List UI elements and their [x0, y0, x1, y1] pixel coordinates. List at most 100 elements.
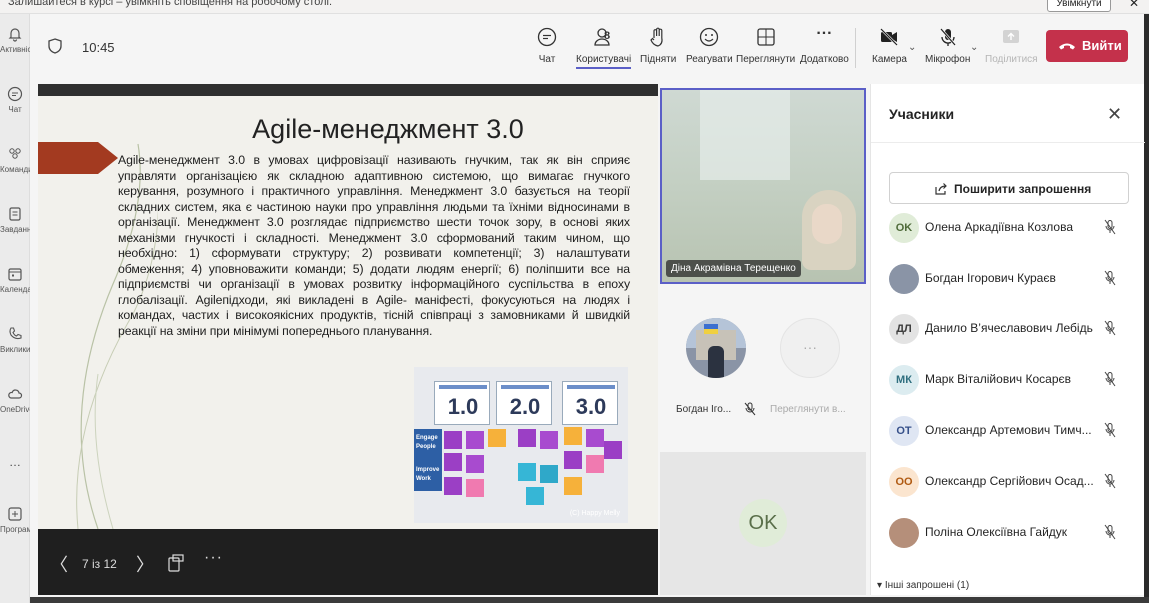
- cloud-icon: [8, 389, 23, 399]
- photo-card: 1.0: [434, 381, 490, 425]
- rail-item-more[interactable]: …: [0, 452, 30, 469]
- slide-controls: 〈 7 із 12 〉 ···: [38, 529, 658, 595]
- rail-item-chat[interactable]: Чат: [0, 86, 30, 114]
- rail-label: OneDrive: [0, 405, 30, 414]
- other-invitees-toggle[interactable]: ▾ Інші запрошені (1): [877, 580, 969, 591]
- participant-row[interactable]: ОО Олександр Сергійович Осад...: [889, 466, 1133, 500]
- slide-counter: 7 із 12: [82, 557, 117, 571]
- people-button[interactable]: 8 Користувачі: [576, 26, 632, 69]
- enable-notifications-button[interactable]: Увімкнути: [1047, 0, 1111, 12]
- rail-item-teams[interactable]: Команди: [0, 146, 30, 174]
- avatar: OK: [889, 213, 919, 243]
- rail-item-calendar[interactable]: Календар: [0, 266, 30, 294]
- avatar: OK: [739, 499, 787, 547]
- mic-off-icon: [744, 402, 756, 416]
- participant-mic-status: [1103, 473, 1117, 492]
- chevron-right-icon[interactable]: 〉: [136, 551, 154, 577]
- assignments-icon: [9, 207, 21, 221]
- photo-card: 3.0: [562, 381, 618, 425]
- participant-mic-status: [1103, 270, 1117, 289]
- more-icon: ···: [816, 25, 833, 42]
- participant-row[interactable]: ДЛ Данило В’ячеславович Лебідь: [889, 313, 1133, 347]
- react-button[interactable]: Реагувати: [686, 26, 733, 65]
- rail-item-assignments[interactable]: Завдання: [0, 206, 30, 234]
- rail-item-activity[interactable]: Активність: [0, 26, 30, 54]
- rail-item-apps[interactable]: Програми: [0, 506, 30, 534]
- hang-up-icon: [1059, 43, 1075, 50]
- participant-name: Олександр Артемович Тимч...: [925, 423, 1092, 437]
- close-icon[interactable]: ✕: [1129, 0, 1139, 10]
- photo-card-label: 3.0: [575, 394, 607, 419]
- avatar: [889, 518, 919, 548]
- chevron-down-icon[interactable]: ⌄: [908, 42, 916, 53]
- mic-off-icon: [1104, 270, 1116, 286]
- sticky-note: [564, 477, 582, 495]
- chevron-down-icon[interactable]: ⌄: [970, 42, 978, 53]
- hand-icon: [650, 27, 663, 47]
- panel-title: Учасники: [889, 106, 955, 122]
- sticky-note: [564, 427, 582, 445]
- participant-row[interactable]: МК Марк Віталійович Косарєв: [889, 364, 1133, 398]
- notification-banner: Залишайтеся в курсі – увімкніть сповіщен…: [0, 0, 1149, 14]
- avatar: [889, 264, 919, 294]
- popout-icon[interactable]: [168, 554, 184, 572]
- mic-off-icon: [939, 28, 956, 46]
- raise-label: Підняти: [640, 54, 677, 65]
- photo-label: Work: [416, 476, 431, 482]
- rail-item-onedrive[interactable]: OneDrive: [0, 386, 30, 414]
- participants-panel: Учасники ✕ Поширити запрошення OK Олена А…: [870, 84, 1145, 595]
- avatar: ДЛ: [889, 314, 919, 344]
- smiley-icon: [700, 27, 719, 47]
- sticky-note: [526, 487, 544, 505]
- leave-button[interactable]: Вийти: [1046, 30, 1128, 62]
- mic-off-icon: [1104, 219, 1116, 235]
- share-icon: [935, 183, 947, 195]
- participant-name: Олександр Сергійович Осад...: [925, 474, 1094, 488]
- avatar: МК: [889, 365, 919, 395]
- leave-label: Вийти: [1082, 38, 1122, 53]
- close-icon[interactable]: ✕: [1107, 104, 1122, 125]
- participant-name: Поліна Олексіївна Гайдук: [925, 525, 1068, 539]
- agile-photo: 1.0 2.0 3.0 Engage People Improve Work (…: [414, 367, 628, 523]
- slide-body-text: Agile-менеджмент 3.0 в умовах цифровізац…: [118, 153, 630, 338]
- sticky-note: [444, 431, 462, 449]
- photo-label: People: [416, 444, 436, 450]
- participant-row[interactable]: Поліна Олексіївна Гайдук: [889, 517, 1133, 551]
- raise-hand-button[interactable]: Підняти: [640, 26, 676, 65]
- participant-mic-status: [1103, 371, 1117, 390]
- avatar: ОТ: [889, 416, 919, 446]
- photo-card-label: 1.0: [447, 394, 479, 419]
- slide-title: Agile-менеджмент 3.0: [252, 114, 524, 144]
- shared-slide: Agile-менеджмент 3.0 Agile-менеджмент 3.…: [38, 84, 658, 529]
- chat-icon: [537, 27, 557, 47]
- participant-tile-ok[interactable]: OK: [660, 452, 866, 595]
- sticky-note: [540, 465, 558, 483]
- participant-row[interactable]: Богдан Ігорович Кураєв: [889, 263, 1133, 297]
- invite-label: Поширити запрошення: [954, 182, 1092, 196]
- share-invite-button[interactable]: Поширити запрошення: [889, 172, 1129, 204]
- other-invitees-label: Інші запрошені (1): [884, 580, 970, 591]
- camera-button[interactable]: Камера: [872, 26, 907, 65]
- chat-button[interactable]: Чат: [536, 26, 558, 65]
- share-label: Поділитися: [985, 54, 1038, 65]
- participant-row[interactable]: OK Олена Аркадіївна Козлова: [889, 212, 1133, 246]
- speaker-video[interactable]: Діна Акрамівна Терещенко: [660, 88, 866, 284]
- avatar[interactable]: [686, 318, 746, 378]
- photo-side-labels: Engage People Improve Work: [414, 429, 442, 491]
- calls-icon: [9, 327, 22, 340]
- share-icon: [1003, 30, 1020, 43]
- teams-icon: [9, 148, 21, 159]
- mic-button[interactable]: Мікрофон: [925, 26, 970, 65]
- view-button[interactable]: Переглянути: [736, 26, 795, 65]
- rail-item-calls[interactable]: Виклики: [0, 326, 30, 354]
- more-icon[interactable]: ···: [204, 549, 223, 567]
- mic-off-icon: [1104, 473, 1116, 489]
- taskbar-edge: [30, 597, 1149, 603]
- photo-caption: (C) Happy Melly: [569, 510, 620, 517]
- chevron-left-icon[interactable]: 〈: [50, 551, 68, 577]
- view-more-button[interactable]: ···: [780, 318, 840, 378]
- photo-card-label: 2.0: [509, 394, 541, 419]
- more-button[interactable]: ··· Додатково: [800, 25, 849, 66]
- share-button[interactable]: Поділитися: [985, 26, 1038, 65]
- participant-row[interactable]: ОТ Олександр Артемович Тимч...: [889, 415, 1133, 449]
